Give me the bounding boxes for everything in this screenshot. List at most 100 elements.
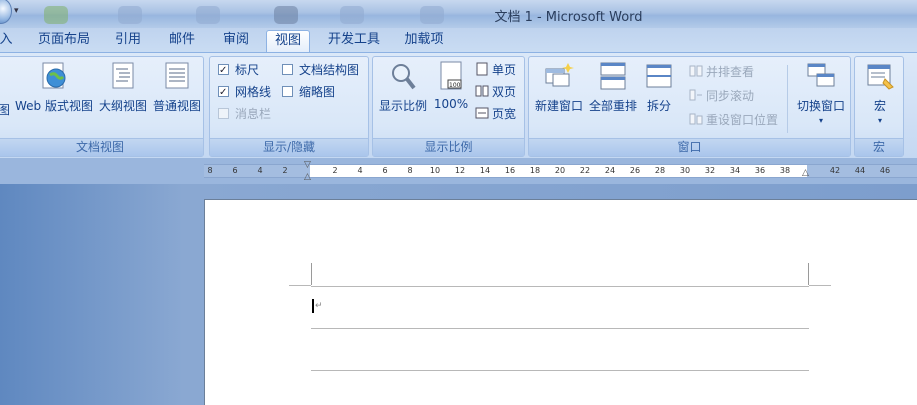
document-map-checkbox[interactable]: 文档结构图	[282, 61, 359, 79]
ruler-tick-label: 6	[232, 166, 238, 175]
svg-text:100: 100	[449, 82, 461, 89]
reset-position-icon	[689, 113, 703, 125]
print-layout-label: 图	[0, 103, 10, 117]
two-pages-button[interactable]: 双页	[475, 83, 516, 101]
thumbnails-checkbox[interactable]: 缩略图	[282, 83, 335, 101]
split-label: 拆分	[646, 99, 671, 113]
web-layout-button[interactable]: Web 版式视图	[13, 61, 95, 114]
new-window-icon	[545, 63, 574, 87]
macros-icon	[867, 64, 894, 90]
ruler-tick-label: 8	[207, 166, 213, 175]
switch-windows-label: 切换窗口	[796, 99, 845, 113]
side-by-side-label: 并排查看	[706, 65, 755, 79]
message-bar-label: 消息栏	[235, 107, 272, 121]
document-page[interactable]: ↵	[204, 199, 917, 405]
gridlines-checkbox[interactable]: 网格线	[218, 83, 271, 102]
page-width-label: 页宽	[492, 107, 517, 121]
draft-icon	[165, 62, 189, 89]
ruler-tick-label: 30	[679, 166, 691, 175]
ruler-tick-label: 4	[357, 166, 363, 175]
title-bar: ▾ 文档 1 - Microsoft Word	[0, 0, 917, 28]
zoom-100-label: 100%	[433, 97, 469, 111]
zoom-button[interactable]: 显示比例	[375, 61, 431, 114]
ribbon-tabs: 入 页面布局 引用 邮件 审阅 视图 开发工具 加载项	[0, 28, 917, 52]
tab-review[interactable]: 审阅	[216, 30, 256, 52]
switch-windows-button[interactable]: 切换窗口 ▾	[793, 61, 849, 125]
hanging-indent-marker[interactable]: △	[304, 172, 311, 182]
page-width-button[interactable]: 页宽	[475, 105, 516, 123]
side-by-side-icon	[689, 65, 703, 77]
ruler-tick-label: 42	[829, 166, 841, 175]
group-label-show-hide: 显示/隐藏	[210, 138, 368, 156]
ruler-tick-label: 12	[454, 166, 466, 175]
tab-developer[interactable]: 开发工具	[322, 30, 386, 52]
group-label-document-views: 文档视图	[0, 138, 203, 156]
ribbon: 图 Web 版式视图 大纲视图 普通视图 文档视图 ✓标尺 ✓网格线 消息栏 文…	[0, 52, 917, 158]
arrange-all-label: 全部重排	[588, 99, 637, 113]
group-document-views: 图 Web 版式视图 大纲视图 普通视图 文档视图	[0, 56, 204, 157]
tab-insert[interactable]: 入	[0, 30, 14, 52]
ruler-checkbox[interactable]: 标尺	[218, 61, 260, 80]
outline-view-button[interactable]: 大纲视图	[97, 61, 149, 114]
one-page-button[interactable]: 单页	[475, 61, 516, 79]
gridline-2	[311, 328, 809, 329]
group-label-zoom: 显示比例	[373, 138, 524, 156]
synchronous-scrolling-button[interactable]: 同步滚动	[689, 87, 754, 105]
ruler-tick-label: 2	[282, 166, 288, 175]
ruler-label: 标尺	[235, 63, 260, 77]
zoom-100-button[interactable]: 100 100%	[431, 61, 471, 111]
macros-button[interactable]: 宏 ▾	[859, 61, 901, 125]
ruler-tick-label: 18	[529, 166, 541, 175]
ruler-tick-label: 36	[754, 166, 766, 175]
one-page-label: 单页	[492, 63, 517, 77]
switch-windows-dropdown-icon: ▾	[818, 116, 823, 125]
crop-mark-left-h	[289, 285, 311, 286]
group-window: 新建窗口 全部重排 拆分 并排查看 同步滚动 重设窗口位置 切换窗口 ▾ 窗口	[528, 56, 851, 157]
switch-windows-icon	[807, 63, 835, 87]
group-label-macros: 宏	[855, 138, 903, 156]
web-layout-icon	[42, 62, 66, 89]
thumbnails-label: 缩略图	[299, 85, 336, 99]
split-button[interactable]: 拆分	[641, 61, 677, 114]
crop-mark-right	[808, 263, 809, 285]
reset-window-position-button[interactable]: 重设窗口位置	[689, 111, 778, 129]
magnifier-icon	[392, 64, 416, 90]
message-bar-checkbox[interactable]: 消息栏	[218, 105, 271, 123]
tab-view[interactable]: 视图	[266, 30, 310, 52]
right-indent-marker[interactable]: △	[802, 168, 809, 178]
tab-add-ins[interactable]: 加载项	[398, 30, 450, 52]
window-title: 文档 1 - Microsoft Word	[494, 10, 643, 25]
draft-view-button[interactable]: 普通视图	[151, 61, 203, 114]
arrange-all-button[interactable]: 全部重排	[587, 61, 639, 114]
gridlines-check-icon	[218, 84, 229, 102]
ruler-tick-label: 26	[629, 166, 641, 175]
new-window-button[interactable]: 新建窗口	[533, 61, 585, 114]
sync-scroll-label: 同步滚动	[706, 89, 755, 103]
gridline-1	[311, 286, 809, 287]
ruler-tick-label: 32	[704, 166, 716, 175]
page-width-icon	[475, 107, 489, 119]
ruler-tick-label: 28	[654, 166, 666, 175]
crop-mark-right-h	[809, 285, 831, 286]
ruler-tick-label: 34	[729, 166, 741, 175]
ruler-tick-label: 10	[429, 166, 441, 175]
tab-page-layout[interactable]: 页面布局	[34, 30, 94, 52]
print-layout-button[interactable]: 图	[0, 101, 11, 118]
zoom-label: 显示比例	[378, 99, 427, 113]
window-group-divider	[787, 65, 788, 133]
crop-mark-left	[311, 263, 312, 285]
group-zoom: 显示比例 100 100% 单页 双页 页宽 显示比例	[372, 56, 525, 157]
ruler-tick-label: 4	[257, 166, 263, 175]
web-layout-label: Web 版式视图	[15, 99, 93, 113]
ruler-tick-label: 22	[579, 166, 591, 175]
tab-mailings[interactable]: 邮件	[162, 30, 202, 52]
first-line-indent-marker[interactable]: ▽	[304, 160, 311, 170]
two-pages-icon	[475, 85, 489, 97]
view-side-by-side-button[interactable]: 并排查看	[689, 63, 754, 81]
reset-position-label: 重设窗口位置	[706, 113, 779, 127]
ruler-tick-label: 2	[332, 166, 338, 175]
ruler-tick-label: 44	[854, 166, 866, 175]
new-window-label: 新建窗口	[534, 99, 583, 113]
tab-references[interactable]: 引用	[108, 30, 148, 52]
document-map-check-icon	[282, 64, 293, 75]
